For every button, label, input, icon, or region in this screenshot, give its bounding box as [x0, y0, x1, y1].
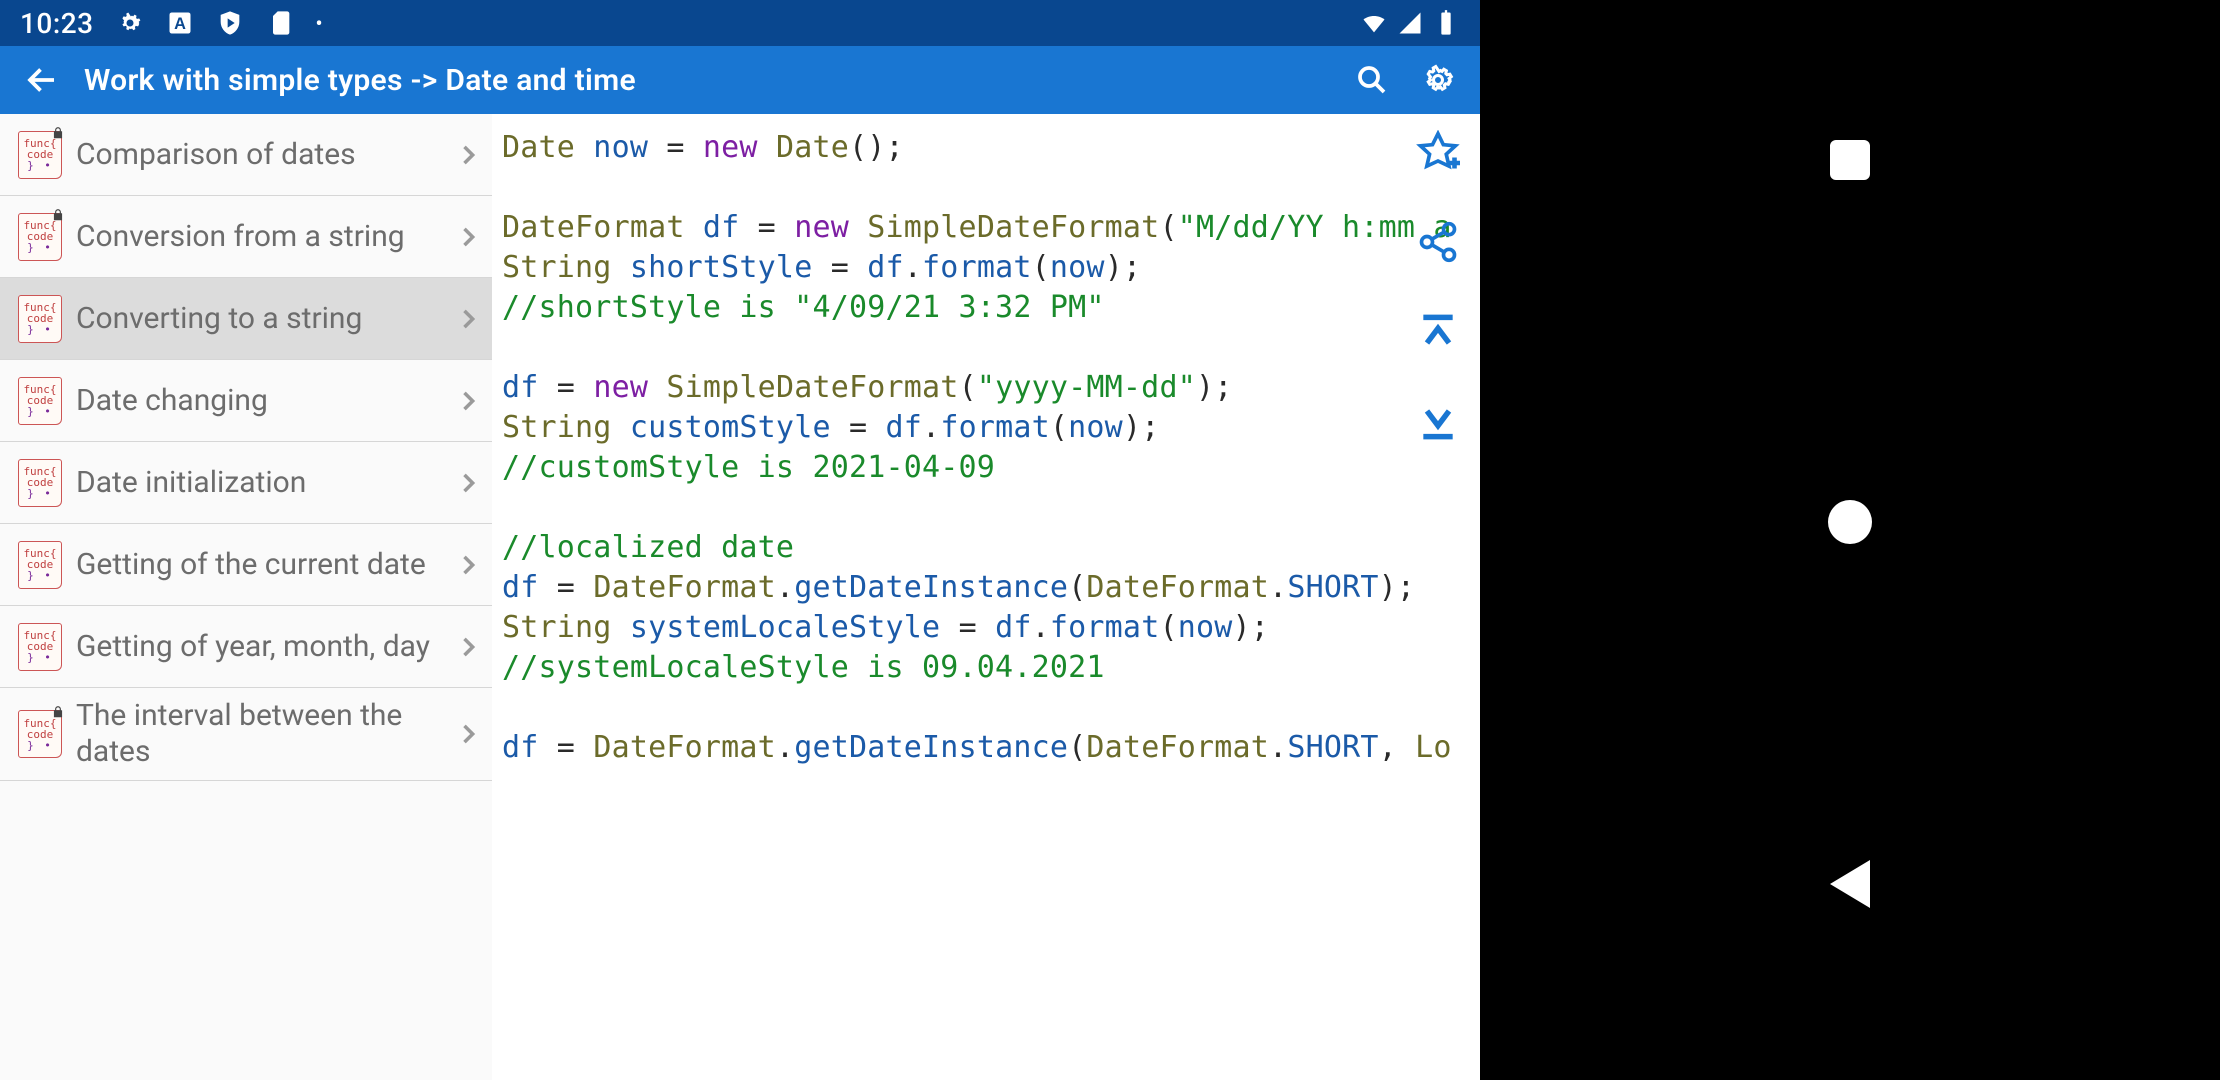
sidebar-item[interactable]: func{code} • Conversion from a string	[0, 196, 492, 278]
sd-card-icon	[266, 9, 294, 37]
a-box-icon: A	[166, 9, 194, 37]
code-snippet-icon: func{code} •	[18, 131, 62, 179]
code-snippet-icon: func{code} •	[18, 377, 62, 425]
sidebar-item-label: Comparison of dates	[76, 137, 440, 173]
sidebar-item-label: The interval between the dates	[76, 698, 440, 770]
chevron-right-icon	[454, 305, 482, 333]
share-icon[interactable]	[1416, 220, 1460, 264]
sidebar-item[interactable]: func{code} • Getting of year, month, day	[0, 606, 492, 688]
cell-signal-icon	[1396, 9, 1424, 37]
sidebar-item-label: Getting of year, month, day	[76, 629, 440, 665]
nav-recent-button[interactable]	[1830, 140, 1870, 180]
page-title: Work with simple types -> Date and time	[84, 63, 1330, 98]
chevron-right-icon	[454, 387, 482, 415]
scroll-bottom-icon[interactable]	[1416, 400, 1460, 444]
code-snippet-icon: func{code} •	[18, 459, 62, 507]
code-snippet-icon: func{code} •	[18, 623, 62, 671]
lock-icon	[51, 126, 65, 140]
shield-play-icon	[216, 9, 244, 37]
sidebar-item-label: Date initialization	[76, 465, 440, 501]
chevron-right-icon	[454, 720, 482, 748]
back-button[interactable]	[18, 56, 66, 104]
code-snippet-icon: func{code} •	[18, 213, 62, 261]
wifi-icon	[1360, 9, 1388, 37]
sidebar-item[interactable]: func{code} • Date changing	[0, 360, 492, 442]
sidebar-item[interactable]: func{code} • The interval between the dat…	[0, 688, 492, 781]
sidebar-item[interactable]: func{code} • Converting to a string	[0, 278, 492, 360]
code-snippet-icon: func{code} •	[18, 295, 62, 343]
app-bar: Work with simple types -> Date and time	[0, 46, 1480, 114]
battery-full-icon	[1432, 9, 1460, 37]
search-button[interactable]	[1348, 56, 1396, 104]
lock-icon	[51, 208, 65, 222]
settings-button[interactable]	[1414, 56, 1462, 104]
sidebar-item[interactable]: func{code} • Date initialization	[0, 442, 492, 524]
sidebar-item-label: Getting of the current date	[76, 547, 440, 583]
code-snippet-icon: func{code} •	[18, 710, 62, 758]
sidebar[interactable]: func{code} •Comparison of datesfunc{code…	[0, 114, 492, 1080]
code-text: Date now = new Date(); DateFormat df = n…	[492, 114, 1480, 782]
svg-text:A: A	[174, 15, 186, 33]
gear-icon	[116, 9, 144, 37]
code-panel[interactable]: Date now = new Date(); DateFormat df = n…	[492, 114, 1480, 1080]
nav-home-button[interactable]	[1828, 500, 1872, 544]
nav-back-button[interactable]	[1830, 860, 1870, 908]
status-time: 10:23	[20, 7, 94, 40]
sidebar-item-label: Conversion from a string	[76, 219, 440, 255]
lock-icon	[51, 705, 65, 719]
chevron-right-icon	[454, 633, 482, 661]
chevron-right-icon	[454, 141, 482, 169]
sidebar-item-label: Date changing	[76, 383, 440, 419]
dot-icon: •	[316, 13, 323, 33]
chevron-right-icon	[454, 551, 482, 579]
scroll-top-icon[interactable]	[1416, 310, 1460, 354]
status-bar: 10:23 A •	[0, 0, 1480, 46]
star-add-icon[interactable]	[1416, 130, 1460, 174]
sidebar-item[interactable]: func{code} • Getting of the current date	[0, 524, 492, 606]
android-nav-bar	[1480, 0, 2220, 1080]
chevron-right-icon	[454, 469, 482, 497]
sidebar-item-label: Converting to a string	[76, 301, 440, 337]
code-snippet-icon: func{code} •	[18, 541, 62, 589]
chevron-right-icon	[454, 223, 482, 251]
sidebar-item[interactable]: func{code} • Comparison of dates	[0, 114, 492, 196]
